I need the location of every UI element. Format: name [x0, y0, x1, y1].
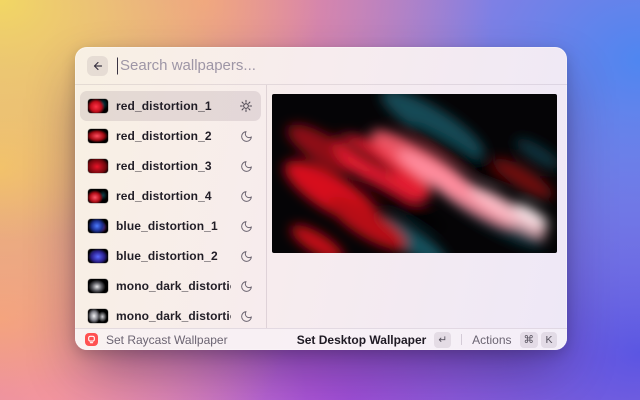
moon-icon	[239, 279, 253, 293]
wallpaper-thumbnail	[88, 309, 108, 323]
search-bar	[75, 47, 567, 85]
moon-icon	[239, 219, 253, 233]
back-button[interactable]	[87, 56, 108, 76]
wallpaper-thumbnail	[88, 99, 108, 113]
raycast-logo-icon	[85, 333, 98, 346]
raycast-window: red_distortion_1 red_distortion_2 red_dist…	[75, 47, 567, 350]
search-input[interactable]	[117, 57, 555, 74]
wallpaper-thumbnail	[88, 189, 108, 203]
list-item[interactable]: red_distortion_2	[80, 121, 261, 151]
enter-key-badge: ↵	[434, 332, 451, 348]
wallpaper-thumbnail	[88, 249, 108, 263]
wallpaper-thumbnail	[88, 159, 108, 173]
wallpaper-name: red_distortion_4	[116, 189, 231, 203]
actions-button[interactable]: Actions	[472, 333, 511, 347]
wallpaper-thumbnail	[88, 279, 108, 293]
moon-icon	[239, 189, 253, 203]
wallpaper-name: blue_distortion_2	[116, 249, 231, 263]
wallpaper-thumbnail	[88, 129, 108, 143]
moon-icon	[239, 249, 253, 263]
arrow-left-icon	[92, 60, 104, 72]
list-item[interactable]: blue_distortion_1	[80, 211, 261, 241]
moon-icon	[239, 129, 253, 143]
list-item[interactable]: red_distortion_3	[80, 151, 261, 181]
wallpaper-name: mono_dark_distortion_2	[116, 309, 231, 323]
wallpaper-thumbnail	[88, 219, 108, 233]
list-item[interactable]: blue_distortion_2	[80, 241, 261, 271]
moon-icon	[239, 309, 253, 323]
wallpaper-name: blue_distortion_1	[116, 219, 231, 233]
moon-icon	[239, 159, 253, 173]
wallpaper-name: mono_dark_distortion_1	[116, 279, 231, 293]
wallpaper-name: red_distortion_3	[116, 159, 231, 173]
footer-divider	[461, 334, 462, 345]
list-item[interactable]: red_distortion_4	[80, 181, 261, 211]
wallpaper-preview-image	[272, 94, 557, 253]
footer-bar: Set Raycast Wallpaper Set Desktop Wallpa…	[75, 328, 567, 350]
sun-icon	[239, 99, 253, 113]
command-key-badge: ⌘	[520, 332, 539, 348]
footer-app-label: Set Raycast Wallpaper	[106, 333, 228, 347]
wallpaper-name: red_distortion_1	[116, 99, 231, 113]
list-item[interactable]: mono_dark_distortion_2	[80, 301, 261, 328]
wallpaper-list: red_distortion_1 red_distortion_2 red_dist…	[75, 85, 267, 328]
primary-action-label[interactable]: Set Desktop Wallpaper	[297, 333, 427, 347]
list-item[interactable]: red_distortion_1	[80, 91, 261, 121]
text-caret	[117, 57, 118, 74]
preview-panel	[267, 85, 567, 328]
wallpaper-name: red_distortion_2	[116, 129, 231, 143]
k-key-badge: K	[541, 332, 557, 348]
list-item[interactable]: mono_dark_distortion_1	[80, 271, 261, 301]
